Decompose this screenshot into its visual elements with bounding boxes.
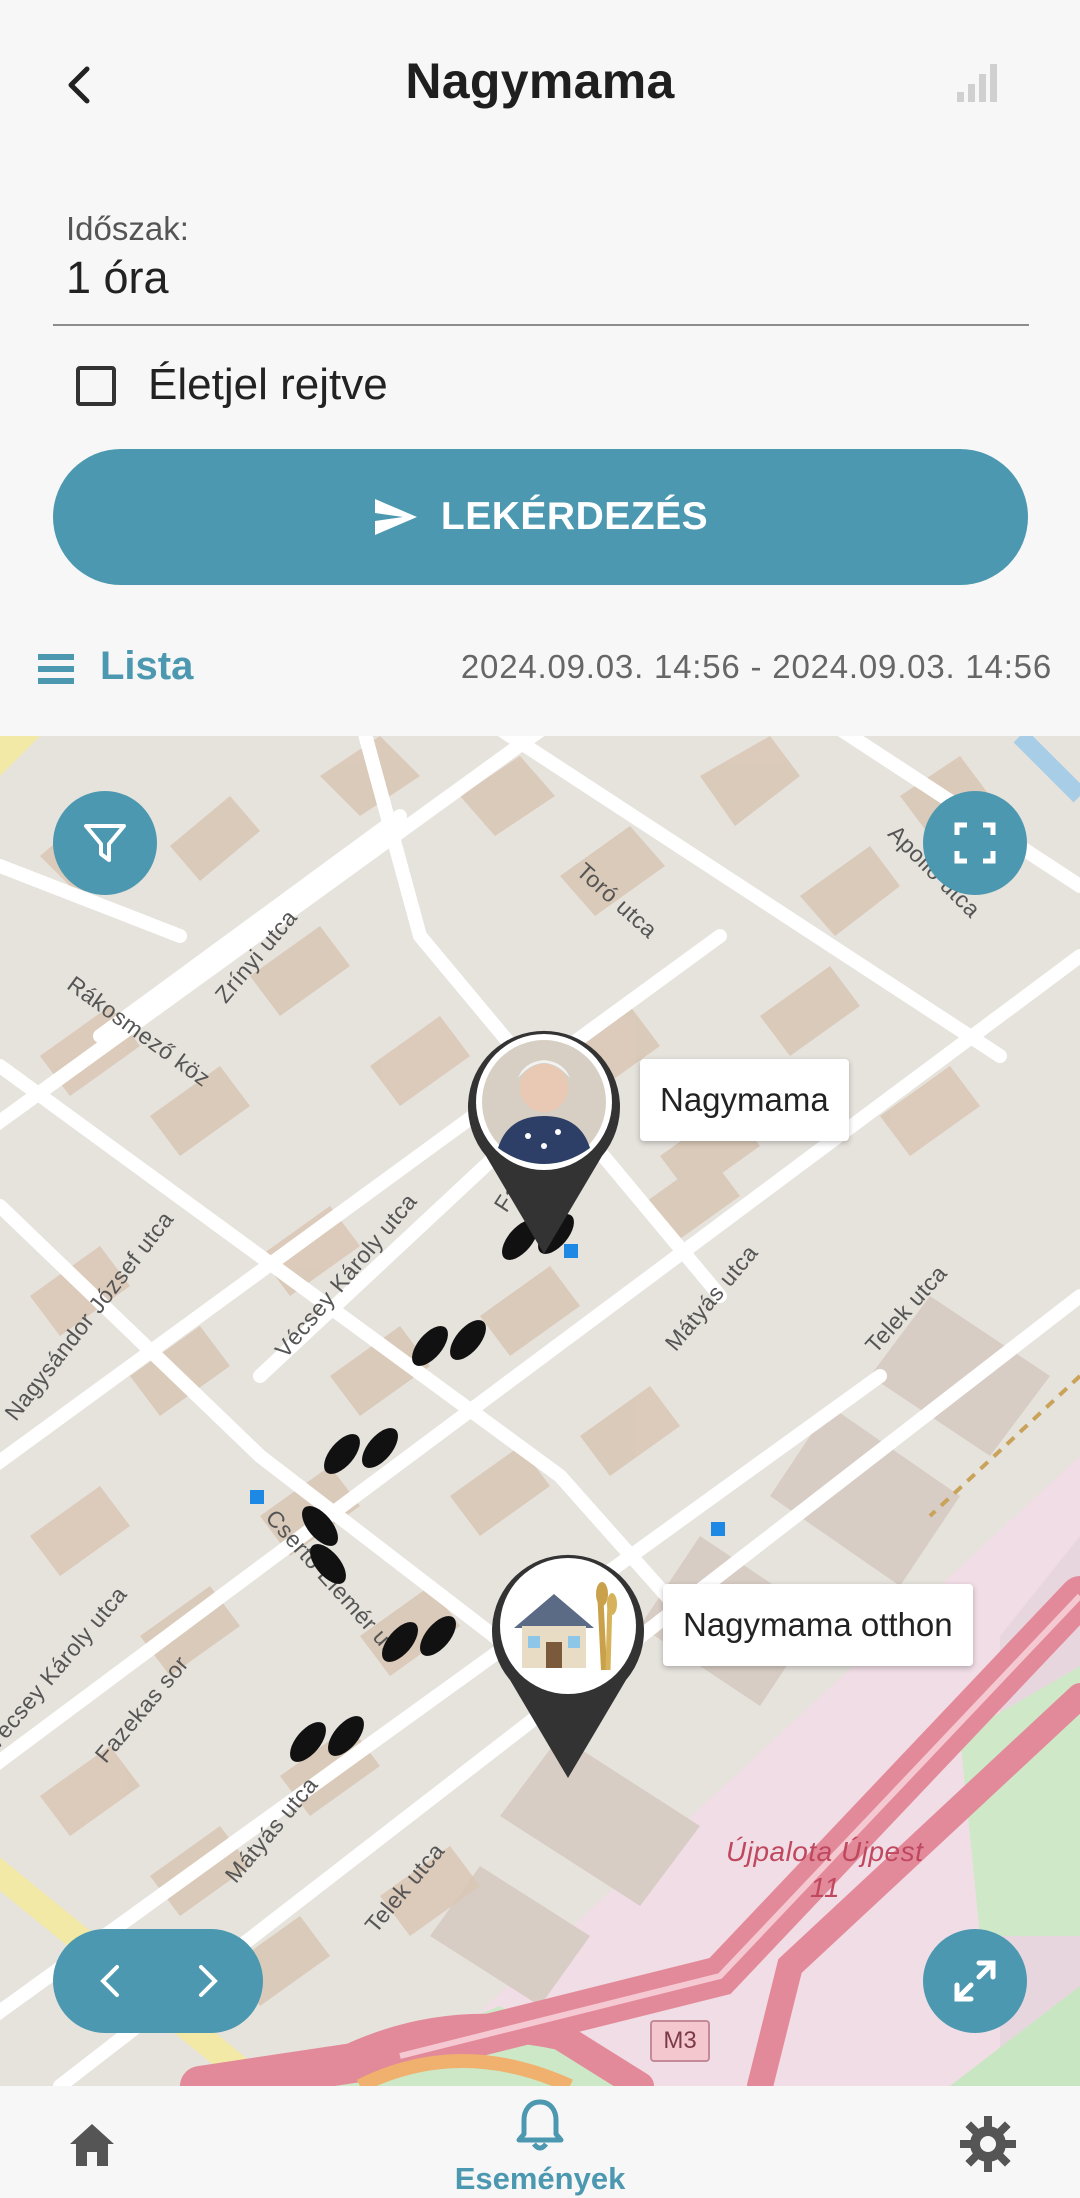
query-button-label: LEKÉRDEZÉS — [440, 495, 709, 538]
filter-icon — [84, 824, 126, 862]
home-icon[interactable] — [64, 2116, 120, 2172]
bottom-nav: Események — [0, 2086, 1080, 2198]
home-callout[interactable]: Nagymama otthon — [663, 1584, 973, 1666]
house-pin[interactable] — [492, 1550, 644, 1780]
heartbeat-hidden-checkbox[interactable] — [76, 366, 116, 406]
track-footprints — [290, 1214, 574, 1762]
app-header: Nagymama — [0, 0, 1080, 175]
fullscreen-button[interactable] — [923, 791, 1027, 895]
history-nav — [53, 1929, 263, 2033]
expand-button[interactable] — [923, 1929, 1027, 2033]
list-icon[interactable] — [38, 654, 74, 684]
next-button[interactable] — [177, 1951, 237, 2011]
nav-events[interactable]: Események — [432, 2098, 648, 2198]
prev-button[interactable] — [81, 1951, 141, 2011]
send-icon — [374, 499, 417, 535]
map-view[interactable]: Toró utca Apolló utca Zrínyi utca Rákosm… — [0, 736, 1080, 2086]
bell-icon — [516, 2099, 564, 2151]
person-photo-pin[interactable] — [468, 1026, 620, 1256]
heartbeat-hidden-label[interactable]: Életjel rejtve — [148, 360, 388, 410]
chevron-right-icon — [199, 1965, 218, 1997]
period-label: Időszak: — [66, 210, 189, 247]
gear-icon[interactable] — [958, 2114, 1018, 2174]
date-range: 2024.09.03. 14:56 - 2024.09.03. 14:56 — [460, 648, 1052, 685]
signal-bars-icon — [957, 64, 997, 102]
person-callout[interactable]: Nagymama — [640, 1059, 849, 1141]
nav-events-label: Események — [454, 2161, 626, 2196]
filter-button[interactable] — [53, 791, 157, 895]
chevron-left-icon — [100, 1965, 119, 1997]
page-title: Nagymama — [405, 53, 675, 109]
period-underline — [53, 324, 1029, 326]
list-row: Lista 2024.09.03. 14:56 - 2024.09.03. 14… — [0, 630, 1080, 710]
query-button[interactable]: LEKÉRDEZÉS — [53, 449, 1028, 585]
fullscreen-icon — [954, 822, 996, 864]
list-toggle[interactable]: Lista — [100, 644, 193, 689]
period-select[interactable]: 1 óra — [66, 252, 169, 304]
expand-icon — [954, 1960, 996, 2002]
